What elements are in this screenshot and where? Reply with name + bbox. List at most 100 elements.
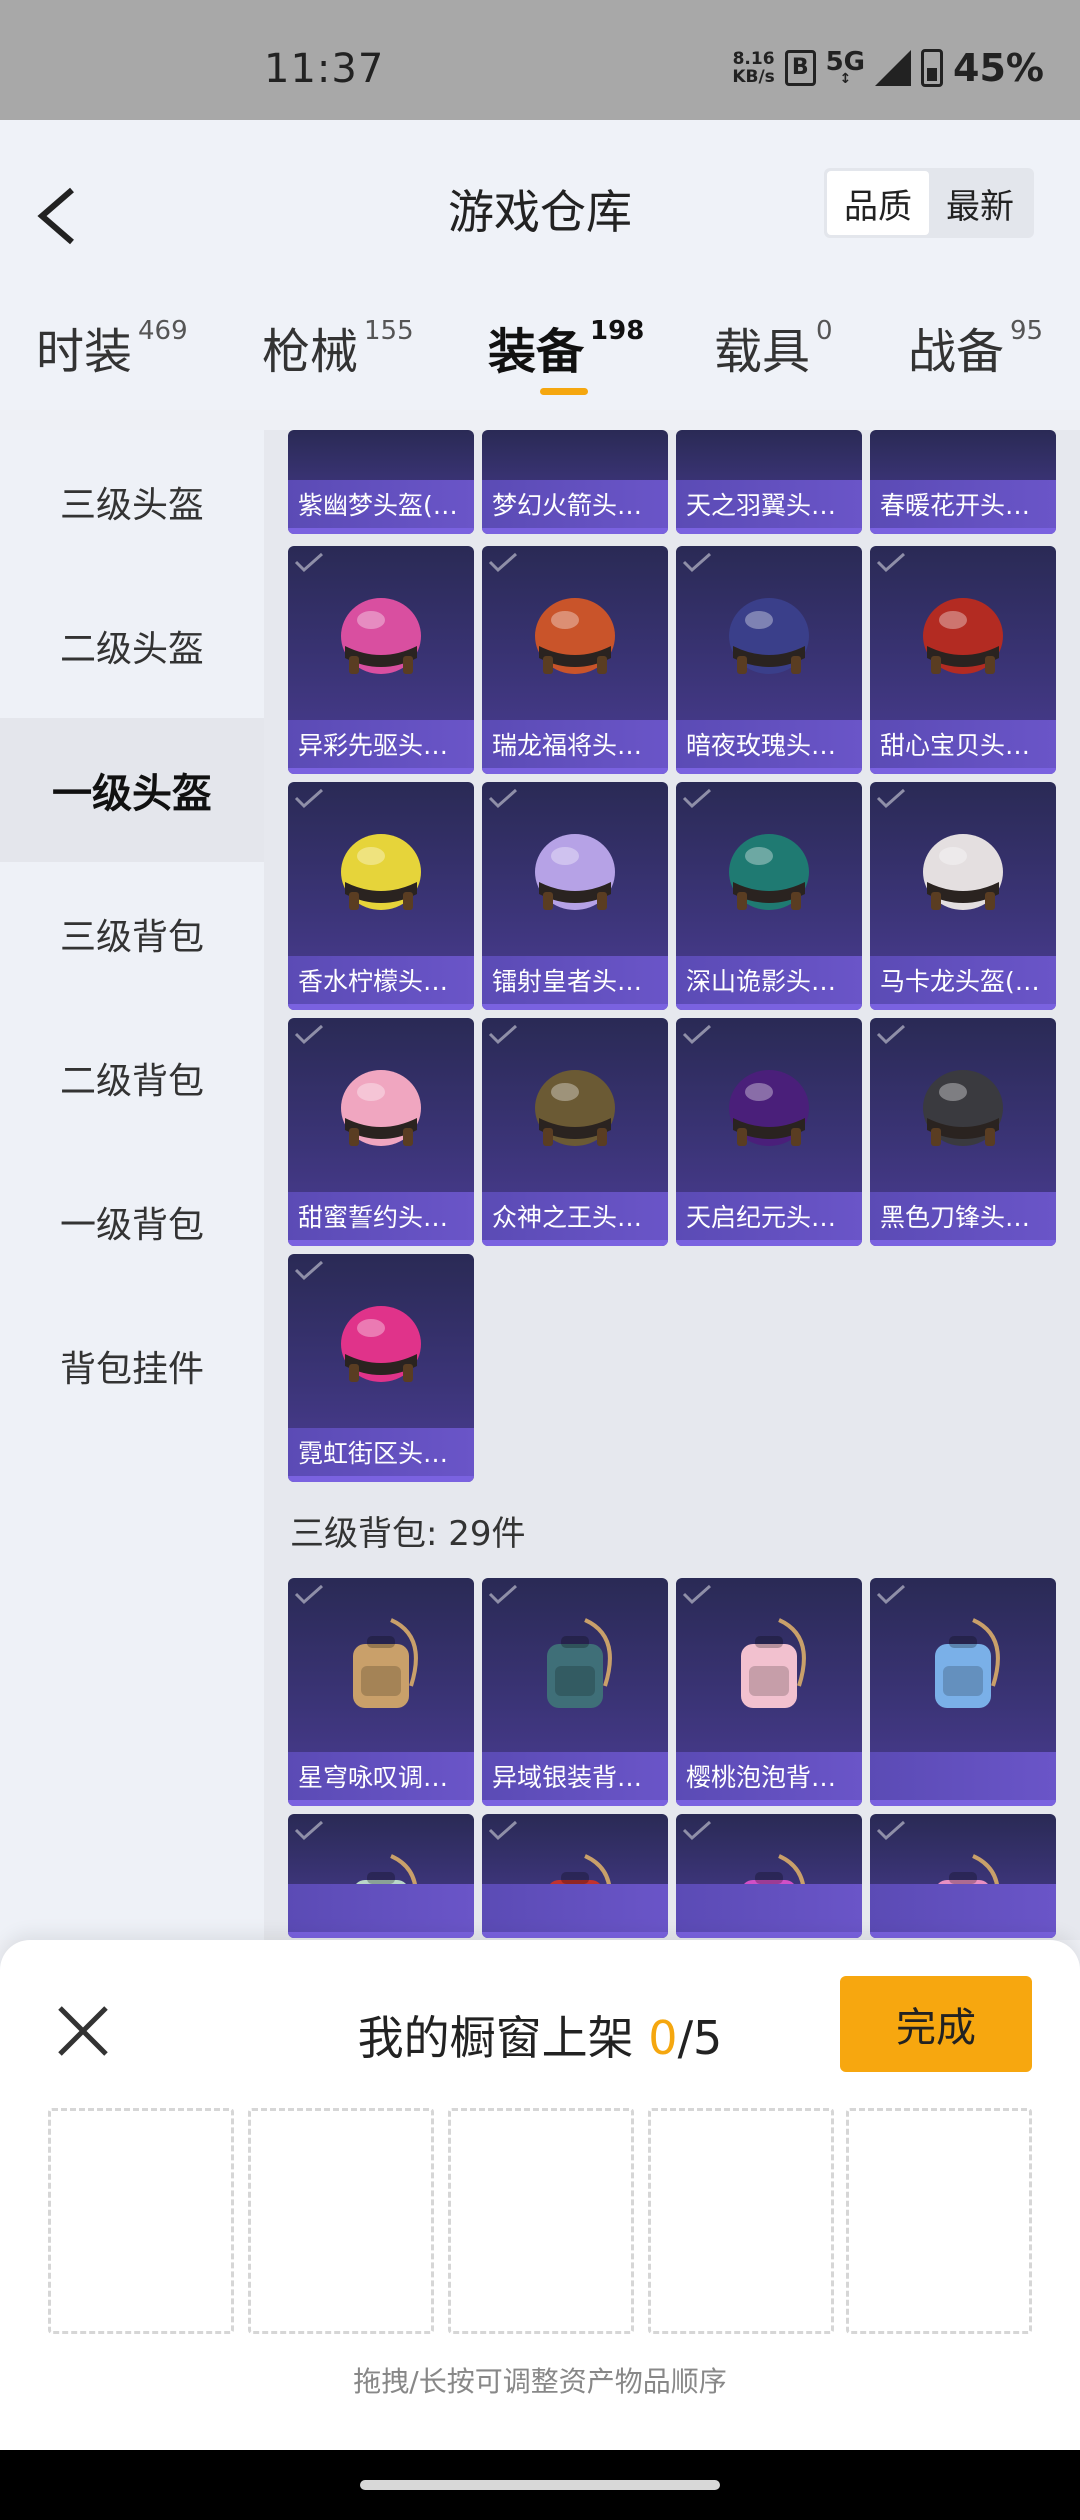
item-card[interactable]	[288, 1814, 474, 1938]
tab-vehicles[interactable]: 载具 0	[714, 312, 833, 382]
item-name: 马卡龙头盔(1...	[880, 967, 1046, 996]
check-icon	[294, 1260, 323, 1281]
item-name: 众神之王头盔...	[492, 1203, 658, 1232]
sort-toggle: 品质 最新	[824, 168, 1034, 238]
helmet-icon	[923, 598, 1003, 674]
item-card[interactable]: 深山诡影头盔...	[676, 782, 862, 1010]
check-icon	[876, 552, 905, 573]
backpack-icon	[935, 1618, 1000, 1708]
backpack-icon	[353, 1618, 418, 1708]
item-card[interactable]: 瑞龙福将头盔...	[482, 546, 668, 774]
sidebar-item-level3-helmet[interactable]: 三级头盔	[0, 430, 264, 574]
item-name: 星穹咏叹调背...	[298, 1763, 464, 1792]
item-card[interactable]: 甜心宝贝头盔...	[870, 546, 1056, 774]
check-icon	[294, 1820, 323, 1841]
sort-latest[interactable]: 最新	[929, 171, 1031, 235]
helmet-icon	[535, 598, 615, 674]
item-card[interactable]: 天启纪元头盔...	[676, 1018, 862, 1246]
category-tabs: 时装 469 枪械 155 装备 198 载具 0 战备 95	[0, 312, 1080, 402]
item-card[interactable]: 马卡龙头盔(1...	[870, 782, 1056, 1010]
helmet-icon	[729, 598, 809, 674]
item-name: 深山诡影头盔...	[686, 967, 852, 996]
item-name: 甜心宝贝头盔...	[880, 731, 1046, 760]
check-icon	[294, 552, 323, 573]
showcase-slot[interactable]	[48, 2108, 234, 2334]
showcase-slot[interactable]	[448, 2108, 634, 2334]
check-icon	[682, 552, 711, 573]
sidebar-item-level2-helmet[interactable]: 二级头盔	[0, 574, 264, 718]
item-card[interactable]: 星穹咏叹调背...	[288, 1578, 474, 1806]
status-time: 11:37	[264, 46, 385, 92]
item-card[interactable]: 香水柠檬头盔...	[288, 782, 474, 1010]
item-card[interactable]: 甜蜜誓约头盔...	[288, 1018, 474, 1246]
check-icon	[876, 1024, 905, 1045]
tab-fashion[interactable]: 时装 469	[36, 312, 188, 382]
item-card[interactable]: 梦幻火箭头盔...	[482, 430, 668, 534]
check-icon	[682, 1024, 711, 1045]
showcase-slot[interactable]	[648, 2108, 834, 2334]
battery-percent: 45%	[953, 46, 1044, 90]
check-icon	[876, 1820, 905, 1841]
tab-indicator	[540, 388, 588, 395]
check-icon	[294, 1024, 323, 1045]
showcase-sheet: 我的橱窗上架 0/5 完成 拖拽/长按可调整资产物品顺序	[0, 1940, 1080, 2450]
item-name: 异域银装背包...	[492, 1763, 658, 1792]
helmet-icon	[341, 1306, 421, 1382]
item-card[interactable]: 异域银装背包...	[482, 1578, 668, 1806]
item-name: 暗夜玫瑰头盔...	[686, 731, 852, 760]
showcase-slot[interactable]	[248, 2108, 434, 2334]
item-name: 霓虹街区头盔...	[298, 1439, 464, 1468]
item-card[interactable]: 紫幽梦头盔(1...	[288, 430, 474, 534]
status-icons: 8.16 KB/s B 5G ↕ 45%	[732, 44, 1044, 92]
helmet-icon	[341, 598, 421, 674]
item-card[interactable]	[482, 1814, 668, 1938]
backpack-icon	[741, 1618, 806, 1708]
check-icon	[488, 1820, 517, 1841]
sidebar-item-level2-backpack[interactable]: 二级背包	[0, 1006, 264, 1150]
item-grid: 紫幽梦头盔(1... 梦幻火箭头盔... 天之羽翼头盔... 春暖花开头盔...…	[264, 430, 1080, 1940]
item-card[interactable]	[870, 1814, 1056, 1938]
item-card[interactable]	[870, 1578, 1056, 1806]
item-card[interactable]: 春暖花开头盔...	[870, 430, 1056, 534]
check-icon	[682, 1820, 711, 1841]
tab-supplies[interactable]: 战备 95	[908, 312, 1043, 382]
item-card[interactable]	[676, 1814, 862, 1938]
bluetooth-icon: B	[784, 50, 816, 86]
network-type: 5G ↕	[825, 47, 866, 87]
net-speed: 8.16 KB/s	[732, 49, 775, 87]
item-card[interactable]: 众神之王头盔...	[482, 1018, 668, 1246]
sidebar-item-backpack-pendant[interactable]: 背包挂件	[0, 1294, 264, 1438]
helmet-icon	[729, 834, 809, 910]
check-icon	[294, 788, 323, 809]
item-card[interactable]: 镭射皇者头盔...	[482, 782, 668, 1010]
tab-guns[interactable]: 枪械 155	[262, 312, 414, 382]
sidebar-item-level3-backpack[interactable]: 三级背包	[0, 862, 264, 1006]
home-gesture-bar[interactable]	[360, 2480, 720, 2490]
check-icon	[488, 552, 517, 573]
sheet-hint: 拖拽/长按可调整资产物品顺序	[353, 2365, 727, 2398]
sort-quality[interactable]: 品质	[827, 171, 929, 235]
item-name: 镭射皇者头盔...	[492, 967, 658, 996]
check-icon	[294, 1584, 323, 1605]
helmet-icon	[923, 1070, 1003, 1146]
check-icon	[876, 1584, 905, 1605]
done-button[interactable]: 完成	[840, 1976, 1032, 2072]
tab-equipment[interactable]: 装备 198	[488, 312, 644, 382]
check-icon	[488, 788, 517, 809]
sidebar-item-level1-helmet[interactable]: 一级头盔	[0, 718, 264, 862]
item-card[interactable]: 天之羽翼头盔...	[676, 430, 862, 534]
backpack-icon	[547, 1618, 612, 1708]
item-card[interactable]: 霓虹街区头盔...	[288, 1254, 474, 1482]
item-card[interactable]: 异彩先驱头盔...	[288, 546, 474, 774]
item-name: 甜蜜誓约头盔...	[298, 1203, 464, 1232]
item-card[interactable]: 暗夜玫瑰头盔...	[676, 546, 862, 774]
showcase-slot[interactable]	[846, 2108, 1032, 2334]
sidebar-item-level1-backpack[interactable]: 一级背包	[0, 1150, 264, 1294]
helmet-icon	[535, 1070, 615, 1146]
item-card[interactable]: 樱桃泡泡背包...	[676, 1578, 862, 1806]
helmet-icon	[341, 1070, 421, 1146]
item-card[interactable]: 黑色刀锋头盔...	[870, 1018, 1056, 1246]
check-icon	[682, 1584, 711, 1605]
section-title-level3-backpack: 三级背包: 29件	[290, 1514, 526, 1554]
helmet-icon	[729, 1070, 809, 1146]
